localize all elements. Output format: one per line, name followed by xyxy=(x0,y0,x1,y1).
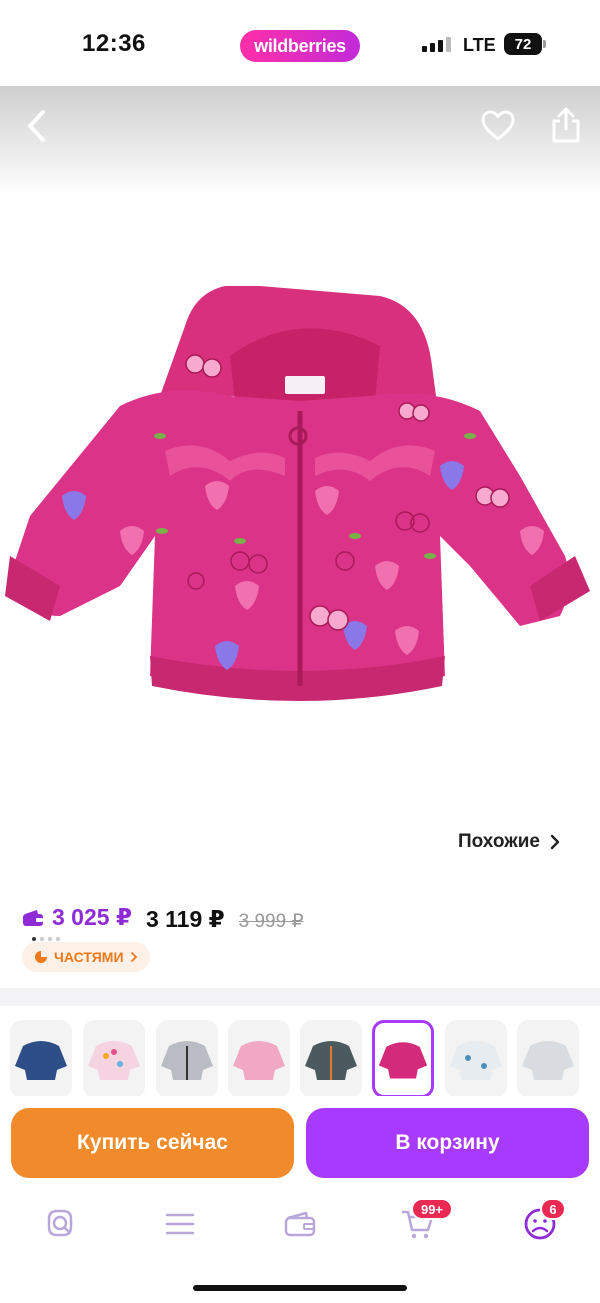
heart-icon xyxy=(481,110,515,141)
back-button[interactable] xyxy=(20,108,52,144)
brand-pill: wildberries xyxy=(240,30,360,62)
pie-chart-icon xyxy=(35,951,47,963)
variant-thumb[interactable] xyxy=(156,1020,218,1098)
nav-wallet[interactable] xyxy=(280,1204,320,1244)
chevron-right-icon xyxy=(550,834,560,850)
share-button[interactable] xyxy=(548,106,584,144)
purchase-actions: Купить сейчас В корзину xyxy=(0,1096,600,1194)
share-icon xyxy=(552,107,580,143)
wallet-icon xyxy=(284,1211,316,1237)
battery-icon: 72 xyxy=(504,33,542,55)
wallet-price-value: 3 025 ₽ xyxy=(52,904,132,930)
product-image[interactable] xyxy=(0,286,600,806)
nav-catalog[interactable] xyxy=(160,1204,200,1244)
favorite-button[interactable] xyxy=(480,108,516,144)
wallet-price: 3 025 ₽ xyxy=(22,904,132,931)
wallet-icon xyxy=(23,909,43,926)
cart-badge: 99+ xyxy=(411,1198,453,1220)
nav-search[interactable] xyxy=(40,1204,80,1244)
current-price: 3 119 ₽ xyxy=(145,905,225,932)
variant-thumb[interactable] xyxy=(10,1020,72,1098)
similar-link[interactable]: Похожие xyxy=(458,831,560,853)
variant-thumb[interactable] xyxy=(83,1020,145,1098)
gallery-dot xyxy=(48,937,52,941)
catalog-icon xyxy=(165,1213,195,1235)
variant-thumb[interactable] xyxy=(445,1020,507,1098)
color-variants xyxy=(0,1006,600,1106)
variant-thumb[interactable] xyxy=(228,1020,290,1098)
installments-label: ЧАСТЯМИ xyxy=(54,949,124,965)
variant-thumb-selected[interactable] xyxy=(372,1020,434,1098)
buy-now-button[interactable]: Купить сейчас xyxy=(11,1108,294,1178)
variant-thumb[interactable] xyxy=(517,1020,579,1098)
chevron-right-icon xyxy=(130,952,137,962)
gallery-dot xyxy=(40,937,44,941)
similar-label: Похожие xyxy=(458,831,540,852)
battery-tip xyxy=(543,40,546,48)
gallery-dot xyxy=(32,937,36,941)
clock: 12:36 xyxy=(82,30,146,57)
gallery-dots xyxy=(32,937,60,941)
profile-badge: 6 xyxy=(540,1198,566,1220)
add-to-cart-button[interactable]: В корзину xyxy=(306,1108,589,1178)
gallery-dot xyxy=(56,937,60,941)
home-indicator xyxy=(193,1285,407,1291)
section-divider xyxy=(0,988,600,1006)
network-type: LTE xyxy=(463,35,496,55)
search-icon xyxy=(47,1209,73,1237)
variant-thumb[interactable] xyxy=(300,1020,362,1098)
old-price: 3 999 ₽ xyxy=(238,910,304,932)
installments-badge[interactable]: ЧАСТЯМИ xyxy=(22,942,150,972)
chevron-left-icon xyxy=(28,110,45,142)
status-bar: 12:36 wildberries LTE 72 xyxy=(0,0,600,86)
price-row: 3 025 ₽ 3 119 ₽ 3 999 ₽ xyxy=(22,904,304,933)
signal-icon xyxy=(422,36,451,52)
